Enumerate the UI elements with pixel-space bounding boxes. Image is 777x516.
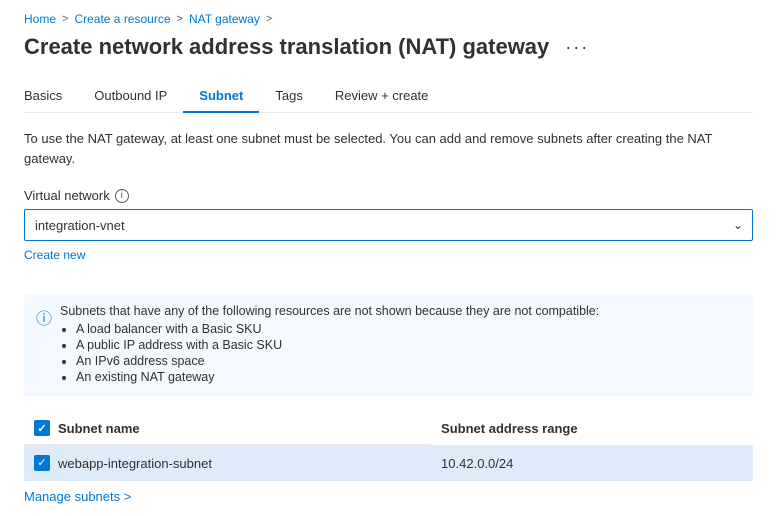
breadcrumb-sep3: > bbox=[266, 13, 272, 25]
subnet-name-cell: webapp-integration-subnet bbox=[24, 445, 431, 481]
col-subnet-name: Subnet name bbox=[24, 412, 431, 445]
vnet-label: Virtual network i bbox=[24, 188, 753, 203]
tabs-nav: Basics Outbound IP Subnet Tags Review + … bbox=[24, 80, 753, 113]
subnet-range-cell: 10.42.0.0/24 bbox=[431, 445, 753, 481]
page-title: Create network address translation (NAT)… bbox=[24, 34, 549, 60]
warning-item-2: A public IP address with a Basic SKU bbox=[76, 338, 599, 352]
ellipsis-button[interactable]: ··· bbox=[559, 35, 595, 60]
tab-subnet[interactable]: Subnet bbox=[183, 80, 259, 113]
row-checkbox[interactable] bbox=[34, 455, 50, 471]
breadcrumb-current[interactable]: NAT gateway bbox=[189, 12, 260, 26]
warning-item-4: An existing NAT gateway bbox=[76, 370, 599, 384]
select-all-checkbox[interactable] bbox=[34, 420, 50, 436]
table-row: webapp-integration-subnet 10.42.0.0/24 bbox=[24, 445, 753, 481]
warning-item-1: A load balancer with a Basic SKU bbox=[76, 322, 599, 336]
tab-review[interactable]: Review + create bbox=[319, 80, 445, 113]
warning-box: ⓘ Subnets that have any of the following… bbox=[24, 294, 753, 396]
breadcrumb-sep1: > bbox=[62, 13, 68, 25]
warning-intro-text: Subnets that have any of the following r… bbox=[60, 304, 599, 318]
tab-outbound[interactable]: Outbound IP bbox=[78, 80, 183, 113]
page-title-row: Create network address translation (NAT)… bbox=[24, 34, 753, 60]
breadcrumb: Home > Create a resource > NAT gateway > bbox=[24, 12, 753, 26]
warning-list: A load balancer with a Basic SKU A publi… bbox=[76, 322, 599, 384]
tab-basics[interactable]: Basics bbox=[24, 80, 78, 113]
vnet-field: Virtual network i integration-vnet ⌄ Cre… bbox=[24, 188, 753, 278]
vnet-info-icon[interactable]: i bbox=[115, 189, 129, 203]
breadcrumb-sep2: > bbox=[177, 13, 183, 25]
create-new-link[interactable]: Create new bbox=[24, 248, 85, 262]
info-circle-icon: ⓘ bbox=[36, 305, 52, 386]
breadcrumb-create[interactable]: Create a resource bbox=[74, 12, 170, 26]
table-header-row: Subnet name Subnet address range bbox=[24, 412, 753, 445]
tab-tags[interactable]: Tags bbox=[259, 80, 318, 113]
vnet-dropdown-wrapper: integration-vnet ⌄ bbox=[24, 209, 753, 241]
warning-item-3: An IPv6 address space bbox=[76, 354, 599, 368]
subnet-table: Subnet name Subnet address range webapp-… bbox=[24, 412, 753, 481]
vnet-dropdown[interactable]: integration-vnet bbox=[24, 209, 753, 241]
breadcrumb-home[interactable]: Home bbox=[24, 12, 56, 26]
col-address-range: Subnet address range bbox=[431, 412, 753, 445]
warning-content: Subnets that have any of the following r… bbox=[60, 304, 599, 386]
info-text: To use the NAT gateway, at least one sub… bbox=[24, 129, 753, 168]
